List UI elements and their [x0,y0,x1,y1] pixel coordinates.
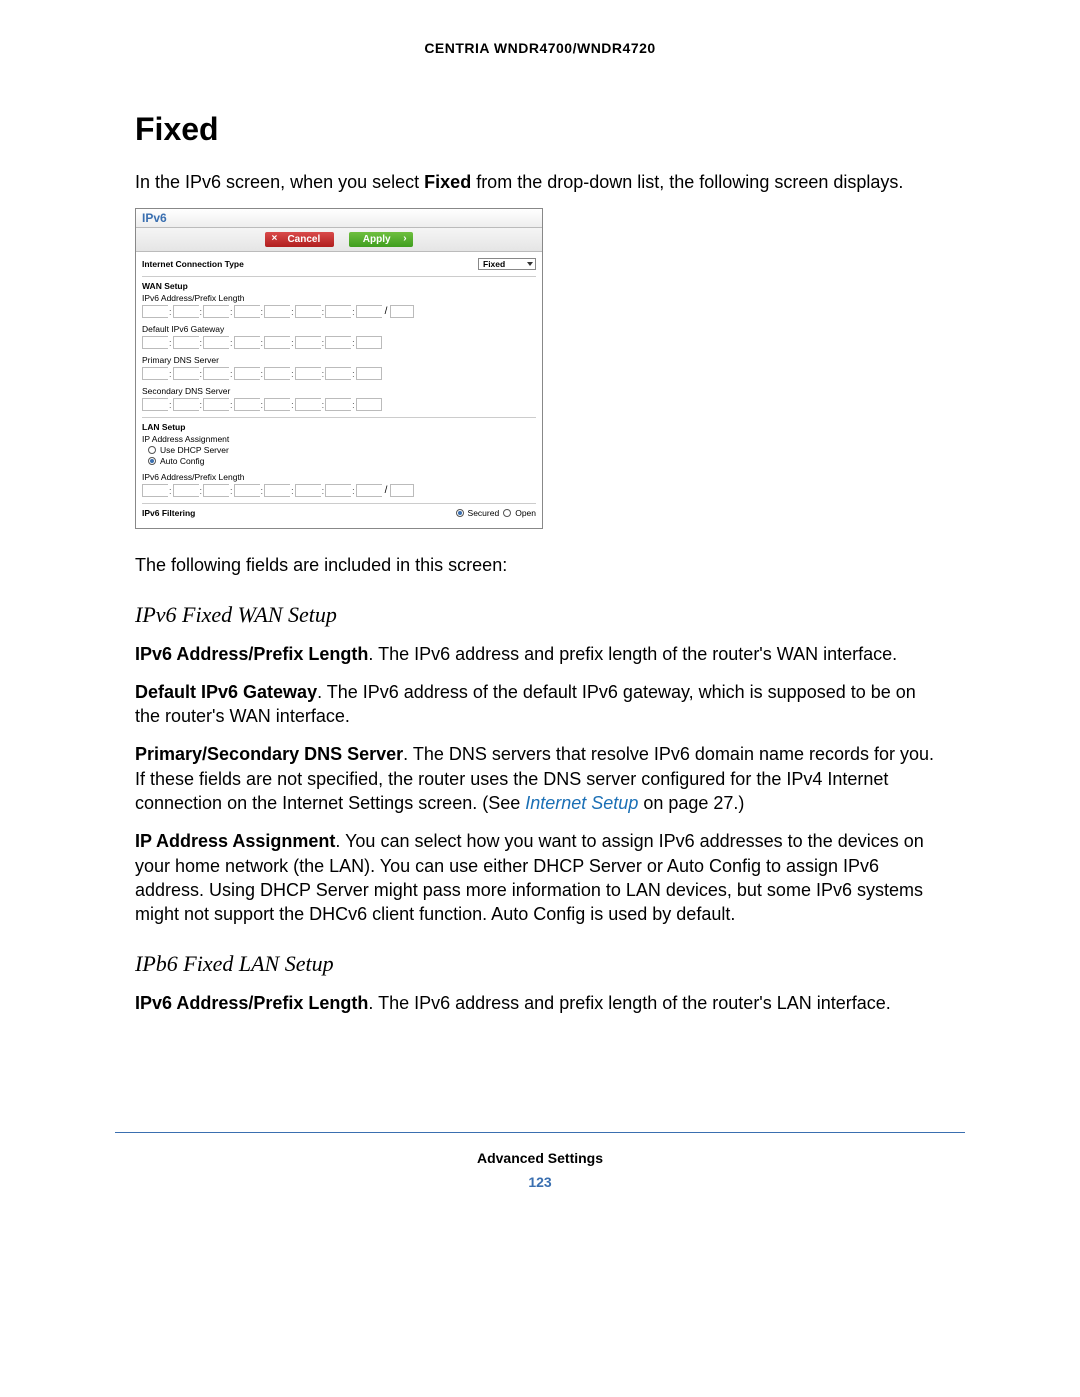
conn-type-select[interactable]: Fixed [478,258,536,270]
secondary-dns-input[interactable]: ::::::: [142,398,536,411]
apply-button[interactable]: Apply › [349,232,413,247]
para3-rest-b: on page 27.) [638,793,744,813]
para-lan-ipv6-addr: IPv6 Address/Prefix Length. The IPv6 add… [135,991,945,1015]
page-title: Fixed [135,111,945,148]
para1-bold: IPv6 Address/Prefix Length [135,644,368,664]
wan-setup-label: WAN Setup [142,281,536,291]
close-icon: × [271,233,277,244]
internet-setup-link[interactable]: Internet Setup [525,793,638,813]
default-gw-label: Default IPv6 Gateway [142,324,536,334]
para3-bold: Primary/Secondary DNS Server [135,744,403,764]
screenshot-title: IPv6 [136,209,542,228]
wan-ipv6-addr-input[interactable]: :::::::/ [142,305,536,318]
intro-bold: Fixed [424,172,471,192]
para2-bold: Default IPv6 Gateway [135,682,317,702]
ipv6-screenshot: IPv6 × Cancel Apply › Internet Connection … [135,208,543,529]
ip-assignment-label: IP Address Assignment [142,434,536,444]
radio-icon[interactable] [503,509,511,517]
lan-section-heading: IPb6 Fixed LAN Setup [135,951,945,977]
auto-config-label: Auto Config [160,456,204,466]
para5-rest: . The IPv6 address and prefix length of … [368,993,890,1013]
secured-label: Secured [468,508,500,518]
primary-dns-input[interactable]: ::::::: [142,367,536,380]
cancel-label: Cancel [287,234,320,245]
radio-icon [148,457,156,465]
para5-bold: IPv6 Address/Prefix Length [135,993,368,1013]
wan-ipv6-addr-label: IPv6 Address/Prefix Length [142,293,536,303]
para1-rest: . The IPv6 address and prefix length of … [368,644,897,664]
wan-section-heading: IPv6 Fixed WAN Setup [135,602,945,628]
doc-header: CENTRIA WNDR4700/WNDR4720 [135,40,945,56]
apply-arrow-icon: › [403,233,406,244]
footer: Advanced Settings 123 [0,1150,1080,1190]
intro-paragraph: In the IPv6 screen, when you select Fixe… [135,170,945,194]
para4-bold: IP Address Assignment [135,831,335,851]
intro-before: In the IPv6 screen, when you select [135,172,424,192]
page-number: 123 [0,1174,1080,1190]
apply-label: Apply [363,234,391,245]
lan-ipv6-addr-input[interactable]: :::::::/ [142,484,536,497]
ipv6-filtering-label: IPv6 Filtering [142,508,195,518]
ipv6-filtering-row: IPv6 Filtering Secured Open [142,508,536,518]
intro-after: from the drop-down list, the following s… [471,172,903,192]
screenshot-buttonbar: × Cancel Apply › [136,228,542,252]
auto-config-radio[interactable]: Auto Config [148,456,536,466]
radio-icon[interactable] [456,509,464,517]
lan-setup-label: LAN Setup [142,422,536,432]
para-ip-assignment: IP Address Assignment. You can select ho… [135,829,945,926]
use-dhcp-label: Use DHCP Server [160,445,229,455]
radio-icon [148,446,156,454]
open-label: Open [515,508,536,518]
cancel-button[interactable]: × Cancel [265,232,334,247]
footer-section-label: Advanced Settings [0,1150,1080,1166]
para-ipv6-addr: IPv6 Address/Prefix Length. The IPv6 add… [135,642,945,666]
internet-conn-type-row: Internet Connection Type Fixed [142,256,536,272]
after-screenshot-text: The following fields are included in thi… [135,553,945,577]
footer-divider [115,1132,965,1133]
primary-dns-label: Primary DNS Server [142,355,536,365]
para-default-gw: Default IPv6 Gateway. The IPv6 address o… [135,680,945,729]
lan-ipv6-addr-label: IPv6 Address/Prefix Length [142,472,536,482]
default-gw-input[interactable]: ::::::: [142,336,536,349]
use-dhcp-radio[interactable]: Use DHCP Server [148,445,536,455]
conn-type-label: Internet Connection Type [142,259,244,269]
para-dns: Primary/Secondary DNS Server. The DNS se… [135,742,945,815]
secondary-dns-label: Secondary DNS Server [142,386,536,396]
